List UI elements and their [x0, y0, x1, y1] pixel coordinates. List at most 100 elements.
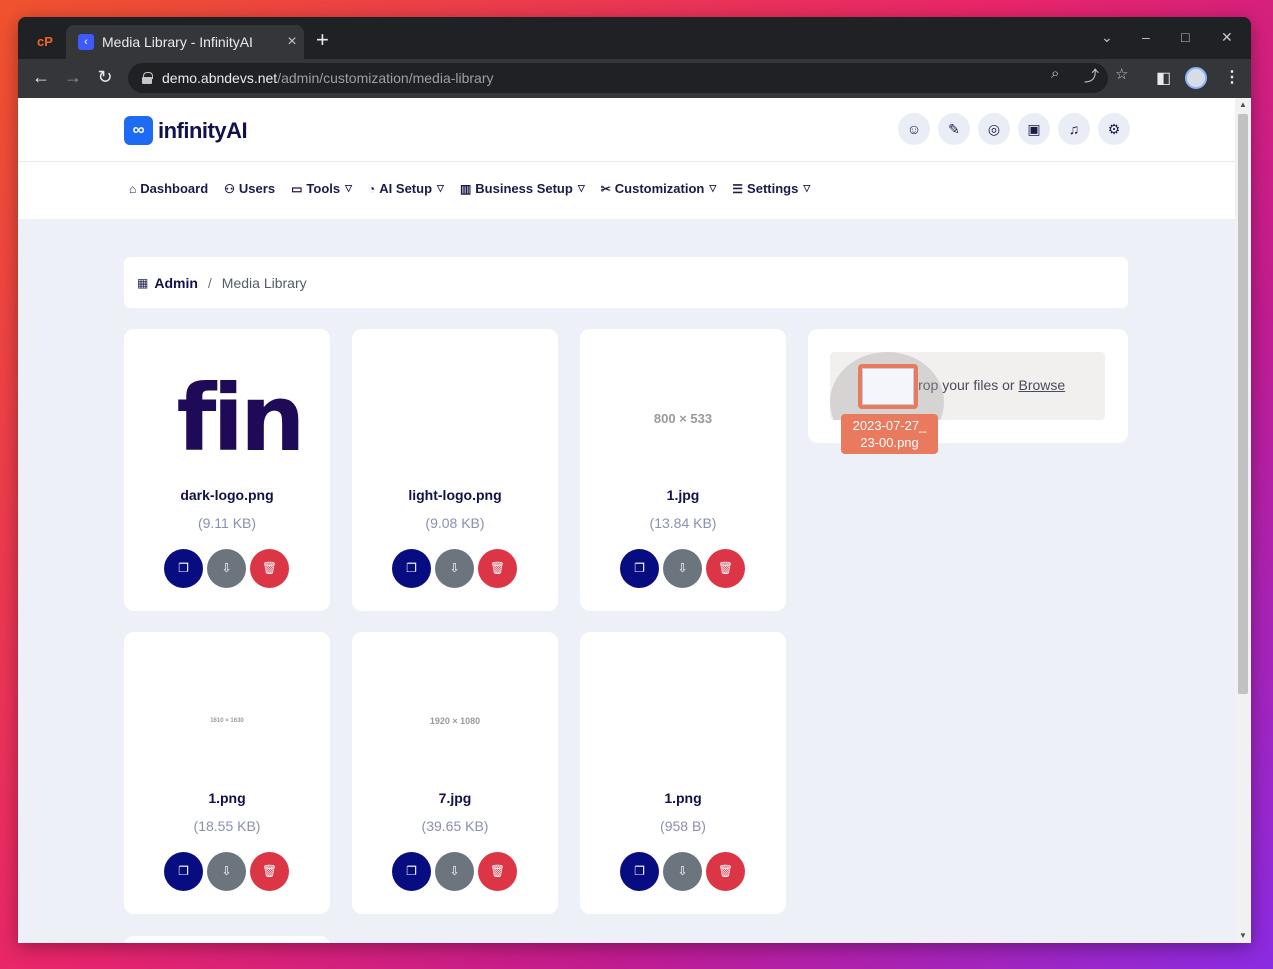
- infinity-logo-icon: ∞: [124, 116, 153, 145]
- nav-customization[interactable]: ✂ Customization ▽: [601, 181, 717, 196]
- breadcrumb-admin-link[interactable]: Admin: [154, 275, 198, 291]
- media-filesize: (13.84 KB): [649, 515, 717, 531]
- nav-label: AI Setup: [379, 181, 433, 196]
- reload-icon[interactable]: ↻: [94, 67, 116, 88]
- delete-button[interactable]: 🗑: [706, 549, 745, 588]
- download-button[interactable]: ⇩: [663, 549, 702, 588]
- download-button[interactable]: ⇩: [207, 549, 246, 588]
- address-bar[interactable]: demo.abndevs.net/admin/customization/med…: [128, 63, 1108, 93]
- media-card: 1610 × 1630 1.png (18.55 KB) ❐ ⇩ 🗑: [124, 632, 330, 914]
- nav-settings[interactable]: ☰ Settings ▽: [732, 181, 810, 196]
- copy-button[interactable]: ❐: [620, 549, 659, 588]
- user-icon[interactable]: ☺: [898, 113, 930, 145]
- chevron-down-icon: ▽: [577, 183, 585, 193]
- profile-avatar[interactable]: [1185, 67, 1207, 89]
- delete-button[interactable]: 🗑: [250, 549, 289, 588]
- delete-button[interactable]: 🗑: [250, 852, 289, 891]
- download-button[interactable]: ⇩: [207, 852, 246, 891]
- briefcase-icon: ▭: [291, 181, 303, 196]
- copy-button[interactable]: ❐: [392, 549, 431, 588]
- bell-icon[interactable]: ♫: [1058, 113, 1090, 145]
- media-filename: 1.png: [208, 790, 246, 806]
- download-button[interactable]: ⇩: [435, 852, 474, 891]
- media-card: 800 × 533 1.jpg (13.84 KB) ❐ ⇩ 🗑: [580, 329, 786, 611]
- page-scrollbar[interactable]: ▲ ▼: [1235, 98, 1251, 943]
- nav-label: Business Setup: [475, 181, 573, 196]
- copy-button[interactable]: ❐: [164, 852, 203, 891]
- chevron-down-icon: ▽: [803, 183, 811, 193]
- scroll-up-icon[interactable]: ▲: [1239, 100, 1247, 109]
- share-icon[interactable]: ⤴: [1084, 65, 1099, 86]
- sliders-icon: ☰: [732, 181, 744, 196]
- breadcrumb-current: Media Library: [221, 274, 307, 291]
- close-window-icon[interactable]: ✕: [1221, 29, 1233, 46]
- browser-toolbar: ← → ↻ demo.abndevs.net/admin/customizati…: [18, 59, 1251, 98]
- copy-button[interactable]: ❐: [620, 852, 659, 891]
- browser-menu-icon[interactable]: ⋮: [1224, 67, 1240, 87]
- header-icons: ☺ ✎ ◎ ▣ ♫ ⚙: [898, 113, 1130, 145]
- site-header: ∞ infinityAI ☺ ✎ ◎ ▣ ♫ ⚙: [18, 98, 1235, 162]
- media-card-partial: [124, 936, 330, 943]
- forward-icon[interactable]: →: [62, 67, 84, 88]
- media-preview: [580, 656, 786, 786]
- media-preview: 800 × 533: [580, 353, 786, 483]
- nav-label: Users: [238, 181, 276, 196]
- user-settings-icon[interactable]: ⚙: [1098, 113, 1130, 145]
- id-card-icon[interactable]: ▣: [1018, 113, 1050, 145]
- dragged-file-thumbnail: [858, 364, 918, 409]
- tab-search-icon[interactable]: ⌄: [1101, 29, 1113, 46]
- media-filename: 1.jpg: [666, 487, 700, 503]
- scroll-down-icon[interactable]: ▼: [1239, 931, 1247, 940]
- nav-label: Dashboard: [140, 181, 209, 196]
- new-tab-icon[interactable]: +: [316, 29, 329, 51]
- brand-name: infinityAI: [158, 117, 248, 143]
- bookmark-star-icon[interactable]: ☆: [1115, 65, 1128, 83]
- media-filename: 7.jpg: [438, 790, 472, 806]
- scrollbar-thumb[interactable]: [1238, 114, 1248, 694]
- brush-icon[interactable]: ✎: [938, 113, 970, 145]
- copy-button[interactable]: ❐: [164, 549, 203, 588]
- media-filename: 1.png: [664, 790, 702, 806]
- tab-close-icon[interactable]: ×: [280, 33, 304, 51]
- upload-card: Drop your files or Browse 2023-07-27_ 23…: [808, 329, 1128, 454]
- dashboard-grid-icon: ▦: [137, 275, 149, 290]
- chevron-down-icon: ▽: [345, 183, 353, 193]
- nav-users[interactable]: ⚇ Users: [224, 181, 275, 196]
- delete-button[interactable]: 🗑: [478, 852, 517, 891]
- delete-button[interactable]: 🗑: [706, 852, 745, 891]
- dragged-file-label: 2023-07-27_ 23-00.png: [841, 414, 938, 454]
- back-icon[interactable]: ←: [30, 67, 52, 88]
- nav-business-setup[interactable]: ▥ Business Setup ▽: [460, 181, 585, 196]
- nav-dashboard[interactable]: ⌂ Dashboard: [129, 181, 208, 196]
- app-logo-icon: cP: [37, 34, 53, 49]
- download-button[interactable]: ⇩: [435, 549, 474, 588]
- media-filesize: (9.11 KB): [197, 515, 257, 531]
- side-panel-icon[interactable]: ◧: [1156, 68, 1171, 88]
- media-filesize: (18.55 KB): [193, 818, 261, 834]
- media-filesize: (9.08 KB): [425, 515, 485, 531]
- zoom-icon[interactable]: ⌕: [1051, 65, 1059, 82]
- copy-button[interactable]: ❐: [392, 852, 431, 891]
- main-nav: ⌂ Dashboard ⚇ Users ▭ Tools ▽ ◔ AI Setup ▽ ▥ Bu…: [18, 162, 1235, 219]
- globe-icon[interactable]: ◎: [978, 113, 1010, 145]
- preview-text: 800 × 533: [653, 410, 713, 426]
- minimize-icon[interactable]: –: [1142, 29, 1150, 45]
- media-filename: light-logo.png: [408, 487, 502, 503]
- media-filename: dark-logo.png: [180, 487, 274, 503]
- download-button[interactable]: ⇩: [663, 852, 702, 891]
- media-preview: 1610 × 1630: [124, 656, 330, 786]
- nav-tools[interactable]: ▭ Tools ▽: [291, 181, 352, 196]
- media-card: fin dark-logo.png (9.11 KB) ❐ ⇩ 🗑: [124, 329, 330, 611]
- brand-logo[interactable]: ∞ infinityAI: [124, 116, 248, 145]
- media-card: 1920 × 1080 7.jpg (39.65 KB) ❐ ⇩ 🗑: [352, 632, 558, 914]
- gauge-icon: ◔: [368, 181, 376, 196]
- media-preview: 1920 × 1080: [352, 656, 558, 786]
- nav-ai-setup[interactable]: ◔ AI Setup ▽: [368, 181, 444, 196]
- delete-button[interactable]: 🗑: [478, 549, 517, 588]
- users-icon: ⚇: [224, 181, 235, 196]
- favicon-icon: ‹: [78, 34, 94, 50]
- nav-label: Customization: [614, 181, 705, 196]
- maximize-icon[interactable]: □: [1181, 29, 1189, 45]
- browser-tab[interactable]: ‹ Media Library - InfinityAI ×: [66, 25, 304, 59]
- browse-link[interactable]: Browse: [1018, 377, 1065, 393]
